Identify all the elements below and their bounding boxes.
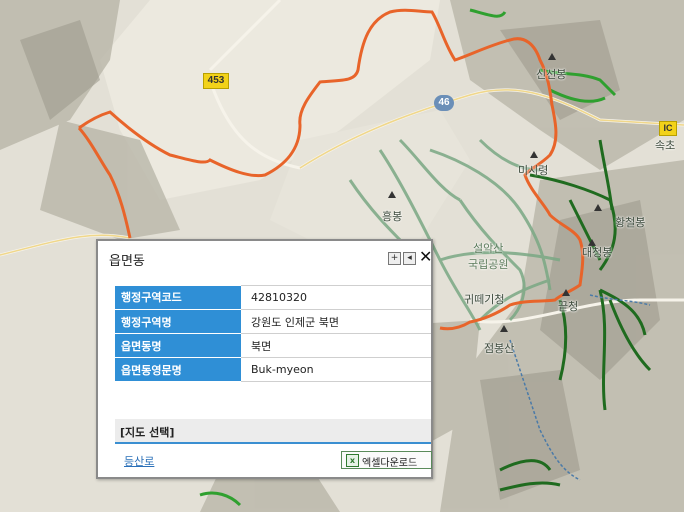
place-label-misiryeong: 미시령 [518, 164, 549, 177]
table-row: 읍면동영문명 Buk-myeon [115, 357, 431, 382]
place-label-kkeutcheong: 끝청 [558, 300, 579, 313]
route-453-shield: 453 [203, 73, 229, 89]
trail-link[interactable]: 등산로 [124, 453, 154, 469]
table-row: 행정구역명 강원도 인제군 북면 [115, 309, 431, 334]
place-label-jeongbongsan: 점봉산 [484, 342, 515, 355]
place-label-seorak-park: 설악산 국립공원 [468, 242, 509, 271]
popup-title: 읍면동 [109, 254, 145, 269]
table-row: 읍면동명 북면 [115, 333, 431, 358]
map-select-title: [지도 선택] [120, 426, 175, 439]
row-label: 행정구역명 [115, 309, 241, 334]
route-46-shield: 46 [434, 95, 454, 111]
place-label-hwangcheolbong: 황철봉 [615, 216, 646, 229]
row-value: 강원도 인제군 북면 [241, 309, 431, 334]
place-label-sinseonbong: 신선봉 [536, 68, 567, 81]
row-label: 읍면동영문명 [115, 357, 241, 382]
excel-download-button[interactable]: x 엑셀다운로드 [341, 451, 432, 469]
info-table: 행정구역코드 42810320 행정구역명 강원도 인제군 북면 읍면동명 북면… [115, 285, 431, 382]
row-value: 북면 [241, 333, 431, 358]
interchange-badge: IC [659, 121, 677, 136]
close-icon[interactable]: ✕ [419, 249, 432, 265]
plus-icon[interactable]: + [388, 252, 401, 265]
place-label-hyeongbong: 흥봉 [382, 210, 403, 223]
excel-download-label: 엑셀다운로드 [362, 458, 418, 469]
place-label-gwittaegi: 귀떼기청 [464, 293, 505, 306]
row-label: 행정구역코드 [115, 285, 241, 310]
map-select-section: [지도 선택] [115, 419, 431, 444]
info-popup: 읍면동 + ◂ ✕ 행정구역코드 42810320 행정구역명 강원도 인제군 … [96, 239, 433, 479]
row-label: 읍면동명 [115, 333, 241, 358]
excel-icon: x [346, 454, 359, 467]
row-value: 42810320 [241, 285, 431, 310]
place-label-sokcho: 속초 [655, 139, 676, 152]
place-label-daecheongbong: 대청봉 [582, 246, 613, 259]
popup-header[interactable]: 읍면동 + ◂ ✕ [98, 241, 432, 275]
back-arrow-icon[interactable]: ◂ [403, 252, 416, 265]
row-value: Buk-myeon [241, 357, 431, 382]
table-row: 행정구역코드 42810320 [115, 285, 431, 310]
